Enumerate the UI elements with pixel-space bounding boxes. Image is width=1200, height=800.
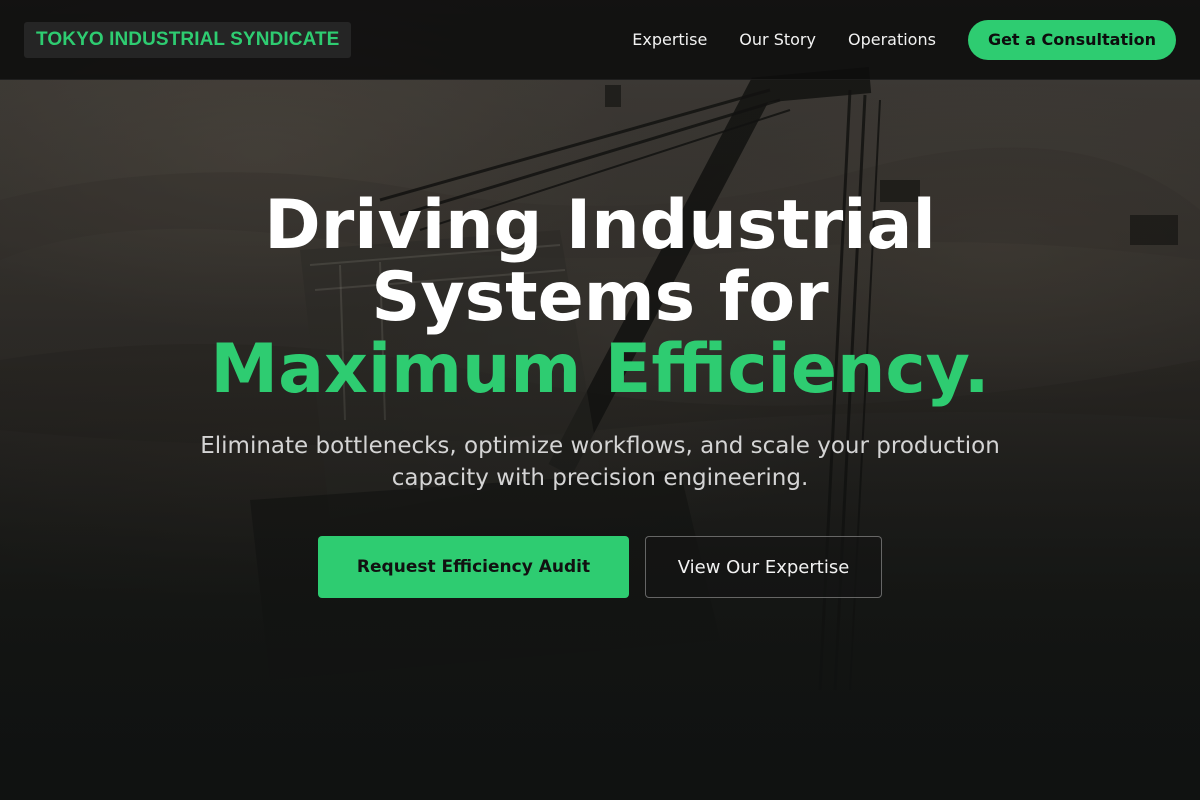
hero-section: Driving Industrial Systems for Maximum E… — [0, 190, 1200, 598]
nav-links: Expertise Our Story Operations Get a Con… — [632, 19, 1176, 60]
request-audit-button[interactable]: Request Efficiency Audit — [318, 536, 629, 598]
view-expertise-button[interactable]: View Our Expertise — [645, 536, 882, 598]
nav-link-expertise[interactable]: Expertise — [632, 30, 707, 49]
headline-accent: Maximum Efficiency. — [210, 330, 990, 409]
headline-line-2: Systems for — [371, 258, 829, 337]
hero-headline: Driving Industrial Systems for Maximum E… — [0, 190, 1200, 406]
hero-actions: Request Efficiency Audit View Our Expert… — [0, 536, 1200, 598]
top-navbar: TOKYO INDUSTRIAL SYNDICATE Expertise Our… — [0, 0, 1200, 80]
nav-link-our-story[interactable]: Our Story — [739, 30, 816, 49]
nav-link-operations[interactable]: Operations — [848, 30, 936, 49]
hero-subheading: Eliminate bottlenecks, optimize workflow… — [200, 433, 1000, 491]
headline-line-1: Driving Industrial — [264, 186, 936, 265]
get-consultation-button[interactable]: Get a Consultation — [967, 19, 1176, 60]
brand-logo[interactable]: TOKYO INDUSTRIAL SYNDICATE — [24, 21, 352, 58]
